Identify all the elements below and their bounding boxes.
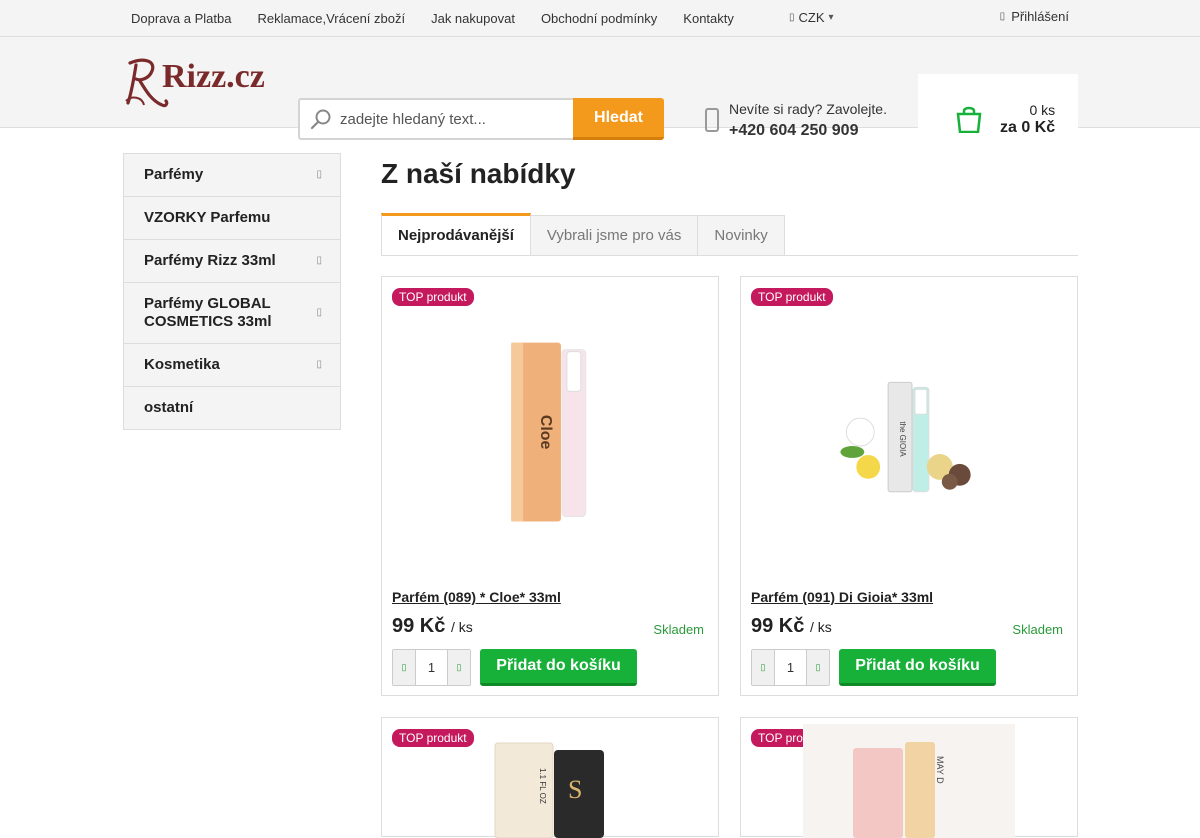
logo[interactable]: Rizz.cz [122, 57, 284, 109]
sidebar-item-label: Parfémy [144, 166, 204, 183]
product-price: 99 Kč / ks [751, 615, 832, 638]
product-grid: TOP produkt Cloe Parfém (089) * Cloe* 33… [381, 276, 1079, 838]
phone-icon [705, 108, 719, 132]
header: Rizz.cz Hledat Nevíte si rady? Zavolejte… [0, 37, 1200, 164]
tab-bestsellers[interactable]: Nejprodávanější [381, 213, 531, 255]
increase-button[interactable]: ▯ [448, 650, 470, 685]
bottle-label: the GIOIA [898, 421, 907, 457]
increase-button[interactable]: ▯ [807, 650, 829, 685]
stock-status: Skladem [653, 622, 704, 637]
product-name-link[interactable]: Parfém (091) Di Gioia* 33ml [751, 589, 933, 605]
cart-summary[interactable]: 0 ks za 0 Kč [918, 74, 1078, 164]
chevron-right-icon: ▯ [316, 307, 322, 318]
helpline: Nevíte si rady? Zavolejte. +420 604 250 … [705, 99, 887, 141]
product-card: TOP produkt MAY D [740, 717, 1079, 838]
bottle-label: 1.1 FL OZ [538, 768, 547, 804]
logo-text: Rizz.cz [162, 58, 265, 95]
tab-new[interactable]: Novinky [697, 215, 785, 255]
tab-selected[interactable]: Vybrali jsme pro vás [529, 215, 699, 255]
product-name-link[interactable]: Parfém (089) * Cloe* 33ml [392, 589, 561, 605]
product-card: TOP produkt the GIOIA Parfém (091) Di Gi… [740, 276, 1078, 696]
nav-link-shipping[interactable]: Doprava a Platba [118, 11, 244, 26]
product-image[interactable]: the GIOIA [741, 317, 1077, 577]
login-link[interactable]: ▯ Přihlášení [1000, 9, 1069, 24]
quantity-value[interactable]: 1 [774, 650, 807, 685]
decrease-button[interactable]: ▯ [393, 650, 415, 685]
sidebar-item-vzorky[interactable]: VZORKY Parfemu [124, 196, 340, 239]
sidebar-item-rizz[interactable]: Parfémy Rizz 33ml ▯ [124, 239, 340, 282]
stock-status: Skladem [1012, 622, 1063, 637]
helpline-phone[interactable]: +420 604 250 909 [729, 120, 887, 141]
search-field [298, 98, 573, 140]
price-value: 99 Kč [392, 615, 446, 637]
product-card: TOP produkt 1.1 FL OZ S [381, 717, 720, 838]
currency-icon: ▯ [789, 12, 795, 23]
add-to-cart-button[interactable]: Přidat do košíku [839, 649, 996, 686]
add-to-cart-button[interactable]: Přidat do košíku [480, 649, 637, 686]
sidebar-item-label: ostatní [144, 399, 194, 416]
currency-label: CZK [798, 10, 825, 25]
sidebar-item-kosmetika[interactable]: Kosmetika ▯ [124, 343, 340, 386]
main-content: Z naší nabídky Nejprodávanější Vybrali j… [381, 153, 1079, 838]
helpline-text: Nevíte si rady? Zavolejte. [729, 101, 887, 117]
login-label: Přihlášení [1011, 9, 1069, 24]
product-image[interactable]: MAY D [741, 724, 1079, 838]
product-card: TOP produkt Cloe Parfém (089) * Cloe* 33… [381, 276, 719, 696]
quantity-stepper: ▯ 1 ▯ [392, 649, 471, 686]
nav-link-contacts[interactable]: Kontakty [670, 11, 747, 26]
price-unit: / ks [450, 619, 473, 635]
nav-link-returns[interactable]: Reklamace,Vrácení zboží [244, 11, 418, 26]
quantity-value[interactable]: 1 [415, 650, 448, 685]
bottle-label: Cloe [537, 415, 554, 450]
bottle-label: MAY D [935, 756, 945, 784]
search-button[interactable]: Hledat [573, 98, 664, 140]
nav-link-terms[interactable]: Obchodní podmínky [528, 11, 670, 26]
sidebar-item-label: Parfémy Rizz 33ml [144, 252, 276, 269]
sidebar-item-label: VZORKY Parfemu [144, 209, 271, 226]
quantity-stepper: ▯ 1 ▯ [751, 649, 830, 686]
sidebar-item-label: Parfémy GLOBAL COSMETICS 33ml [144, 295, 272, 330]
top-nav: Doprava a Platba Reklamace,Vrácení zboží… [118, 0, 747, 37]
sidebar-item-global[interactable]: Parfémy GLOBAL COSMETICS 33ml ▯ [124, 282, 340, 343]
product-image[interactable]: 1.1 FL OZ S [382, 738, 720, 838]
cart-icon [956, 106, 982, 133]
sidebar-item-label: Kosmetika [144, 356, 220, 373]
page-title: Z naší nabídky [381, 158, 576, 189]
search-icon [310, 109, 331, 130]
price-unit: / ks [809, 619, 832, 635]
sidebar-item-ostatni[interactable]: ostatní [124, 386, 340, 429]
chevron-right-icon: ▯ [316, 255, 322, 266]
top-badge: TOP produkt [751, 288, 833, 306]
chevron-down-icon: ▾ [828, 12, 834, 23]
product-image[interactable]: Cloe [382, 317, 718, 577]
nav-link-how-to-buy[interactable]: Jak nakupovat [418, 11, 528, 26]
top-bar: Doprava a Platba Reklamace,Vrácení zboží… [0, 0, 1200, 37]
top-badge: TOP produkt [392, 288, 474, 306]
chevron-right-icon: ▯ [316, 359, 322, 370]
product-tabs: Nejprodávanější Vybrali jsme pro vás Nov… [381, 213, 1078, 256]
decrease-button[interactable]: ▯ [752, 650, 774, 685]
search-input[interactable] [340, 110, 560, 128]
price-value: 99 Kč [751, 615, 805, 637]
product-price: 99 Kč / ks [392, 615, 473, 638]
cart-count: 0 ks [1029, 102, 1056, 118]
cart-total: za 0 Kč [1000, 119, 1056, 136]
user-icon: ▯ [999, 11, 1006, 22]
currency-selector[interactable]: ▯ CZK ▾ [789, 10, 834, 25]
sidebar-item-parfemy[interactable]: Parfémy ▯ [124, 154, 340, 196]
search-bar: Hledat [298, 98, 664, 140]
chevron-right-icon: ▯ [316, 169, 322, 180]
category-sidebar: Parfémy ▯ VZORKY Parfemu Parfémy Rizz 33… [123, 153, 341, 430]
